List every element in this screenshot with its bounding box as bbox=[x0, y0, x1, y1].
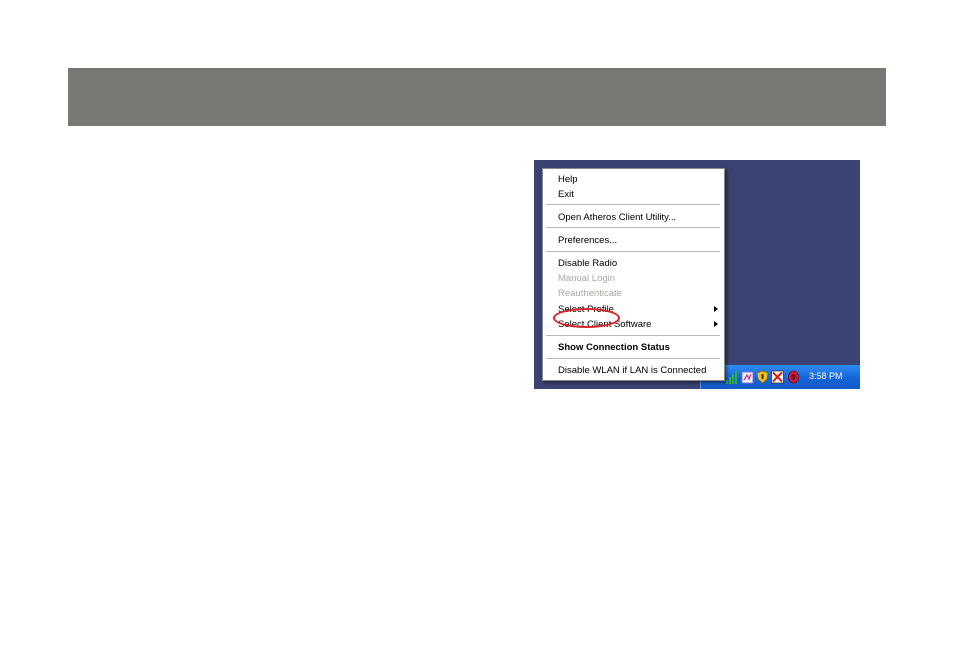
menu-separator bbox=[546, 335, 720, 336]
menu-item-disable-wlan[interactable]: Disable WLAN if LAN is Connected bbox=[543, 363, 724, 378]
menu-item-manual-login: Manual Login bbox=[558, 273, 616, 284]
desktop-screenshot: 3:58 PM Help Exit Open Atheros Client Ut… bbox=[534, 160, 860, 389]
taskbar-clock[interactable]: 3:58 PM bbox=[809, 371, 843, 381]
header-bar bbox=[68, 68, 886, 126]
menu-separator bbox=[546, 251, 720, 252]
red-shield-icon[interactable] bbox=[787, 370, 800, 384]
red-x-icon[interactable] bbox=[771, 370, 784, 384]
shield-icon[interactable] bbox=[756, 370, 769, 384]
note-icon[interactable] bbox=[741, 370, 754, 384]
tray-context-menu: Help Exit Open Atheros Client Utility...… bbox=[542, 168, 725, 381]
submenu-arrow-icon bbox=[714, 321, 718, 327]
menu-item-open-utility[interactable]: Open Atheros Client Utility... bbox=[543, 210, 724, 225]
menu-item-disable-radio[interactable]: Disable Radio bbox=[543, 256, 724, 271]
menu-separator bbox=[546, 204, 720, 205]
signal-strength-icon[interactable] bbox=[726, 370, 739, 384]
submenu-arrow-icon bbox=[714, 306, 718, 312]
menu-separator bbox=[546, 227, 720, 228]
menu-item-show-connection-status[interactable]: Show Connection Status bbox=[543, 340, 724, 355]
highlight-ring bbox=[553, 308, 620, 328]
menu-item-help[interactable]: Help bbox=[543, 172, 724, 187]
menu-item-preferences[interactable]: Preferences... bbox=[543, 233, 724, 248]
menu-item-reauthenticate: Reauthenticate bbox=[558, 288, 622, 299]
menu-item-exit[interactable]: Exit bbox=[543, 187, 724, 202]
menu-separator bbox=[546, 358, 720, 359]
